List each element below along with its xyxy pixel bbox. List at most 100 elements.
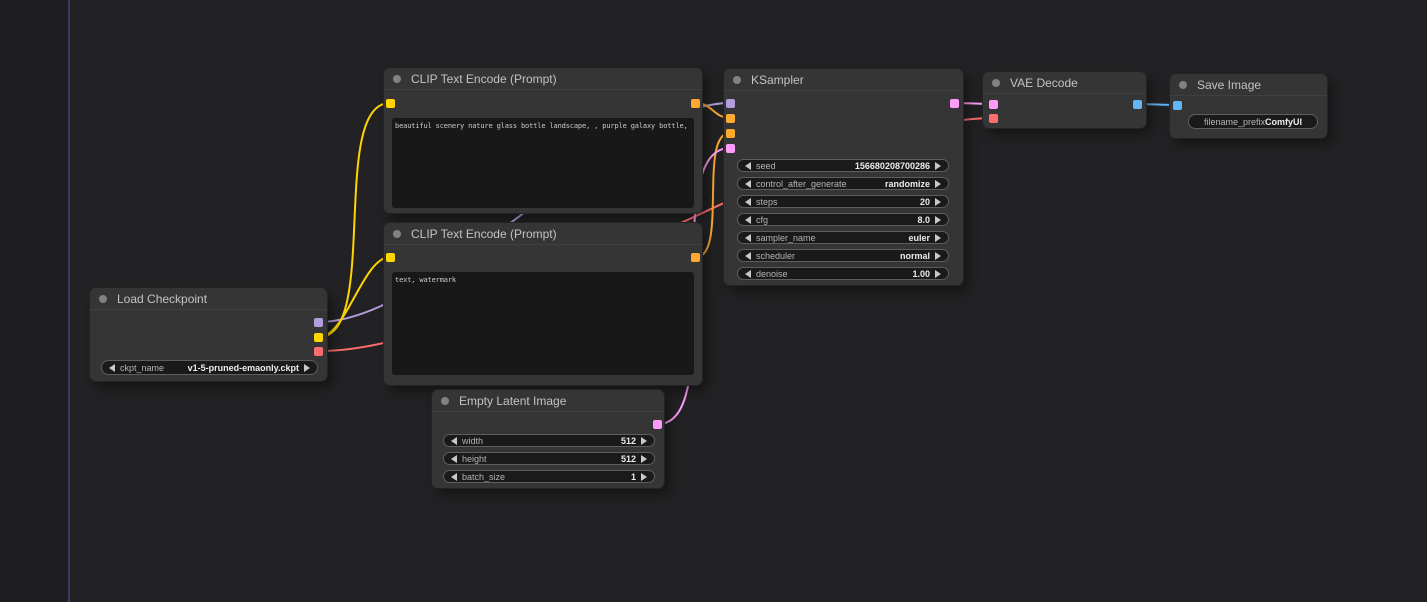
widget-label: batch_size: [462, 472, 505, 482]
prompt-textarea[interactable]: beautiful scenery nature glass bottle la…: [392, 118, 694, 208]
next-arrow-icon[interactable]: [641, 437, 647, 445]
node-clip-text-encode-positive[interactable]: CLIP Text Encode (Prompt) beautiful scen…: [384, 68, 702, 213]
widget-value: randomize: [885, 179, 930, 189]
node-header[interactable]: KSampler: [724, 69, 963, 91]
node-vae-decode[interactable]: VAE Decode: [983, 72, 1146, 128]
prompt-textarea[interactable]: text, watermark: [392, 272, 694, 375]
collapse-dot-icon[interactable]: [99, 295, 107, 303]
widget-cfg[interactable]: cfg 8.0: [737, 213, 949, 226]
node-load-checkpoint[interactable]: Load Checkpoint ckpt_name v1-5-pruned-em…: [90, 288, 327, 381]
node-title: Save Image: [1197, 78, 1261, 92]
input-port-negative[interactable]: [726, 129, 735, 138]
input-port-clip[interactable]: [386, 253, 395, 262]
input-port-samples[interactable]: [989, 100, 998, 109]
widget-label: cfg: [756, 215, 768, 225]
node-empty-latent-image[interactable]: Empty Latent Image width 512 height 512 …: [432, 390, 664, 488]
widget-value: v1-5-pruned-emaonly.ckpt: [188, 363, 299, 373]
output-port-latent[interactable]: [950, 99, 959, 108]
next-arrow-icon[interactable]: [935, 180, 941, 188]
node-title: CLIP Text Encode (Prompt): [411, 72, 557, 86]
output-port-vae[interactable]: [314, 347, 323, 356]
widget-denoise[interactable]: denoise 1.00: [737, 267, 949, 280]
collapse-dot-icon[interactable]: [393, 75, 401, 83]
widget-sampler-name[interactable]: sampler_name euler: [737, 231, 949, 244]
widget-label: width: [462, 436, 483, 446]
widget-value: euler: [908, 233, 930, 243]
widget-seed[interactable]: seed 156680208700286: [737, 159, 949, 172]
input-port-clip[interactable]: [386, 99, 395, 108]
output-port-conditioning[interactable]: [691, 253, 700, 262]
output-port-latent[interactable]: [653, 420, 662, 429]
widget-label: denoise: [756, 269, 788, 279]
prev-arrow-icon[interactable]: [745, 252, 751, 260]
node-header[interactable]: Load Checkpoint: [90, 288, 327, 310]
widget-value: 1: [631, 472, 636, 482]
node-title: CLIP Text Encode (Prompt): [411, 227, 557, 241]
node-header[interactable]: Save Image: [1170, 74, 1327, 96]
next-arrow-icon[interactable]: [935, 216, 941, 224]
widget-batch-size[interactable]: batch_size 1: [443, 470, 655, 483]
prev-arrow-icon[interactable]: [451, 473, 457, 481]
widget-value: 1.00: [912, 269, 930, 279]
node-title: VAE Decode: [1010, 76, 1078, 90]
node-header[interactable]: Empty Latent Image: [432, 390, 664, 412]
output-port-conditioning[interactable]: [691, 99, 700, 108]
output-port-model[interactable]: [314, 318, 323, 327]
collapse-dot-icon[interactable]: [441, 397, 449, 405]
node-header[interactable]: CLIP Text Encode (Prompt): [384, 68, 702, 90]
input-port-positive[interactable]: [726, 114, 735, 123]
collapse-dot-icon[interactable]: [992, 79, 1000, 87]
next-arrow-icon[interactable]: [641, 455, 647, 463]
input-port-model[interactable]: [726, 99, 735, 108]
collapse-dot-icon[interactable]: [733, 76, 741, 84]
collapse-dot-icon[interactable]: [1179, 81, 1187, 89]
widget-width[interactable]: width 512: [443, 434, 655, 447]
next-arrow-icon[interactable]: [935, 270, 941, 278]
widget-value: 512: [621, 436, 636, 446]
node-clip-text-encode-negative[interactable]: CLIP Text Encode (Prompt) text, watermar…: [384, 223, 702, 385]
next-arrow-icon[interactable]: [935, 162, 941, 170]
widget-scheduler[interactable]: scheduler normal: [737, 249, 949, 262]
prev-arrow-icon[interactable]: [745, 180, 751, 188]
widget-label: control_after_generate: [756, 179, 847, 189]
widget-steps[interactable]: steps 20: [737, 195, 949, 208]
widget-label: height: [462, 454, 487, 464]
widget-value: normal: [900, 251, 930, 261]
widget-ckpt-name[interactable]: ckpt_name v1-5-pruned-emaonly.ckpt: [101, 360, 318, 375]
widget-label: ckpt_name: [120, 363, 164, 373]
prev-arrow-icon[interactable]: [109, 364, 115, 372]
prev-arrow-icon[interactable]: [745, 270, 751, 278]
node-ksampler[interactable]: KSampler seed 156680208700286 control_af…: [724, 69, 963, 285]
link-clip-positive: [319, 103, 390, 337]
prev-arrow-icon[interactable]: [745, 216, 751, 224]
widget-filename-prefix[interactable]: filename_prefix ComfyUI: [1188, 114, 1318, 129]
output-port-image[interactable]: [1133, 100, 1142, 109]
next-arrow-icon[interactable]: [935, 234, 941, 242]
widget-value: ComfyUI: [1265, 117, 1302, 127]
node-header[interactable]: VAE Decode: [983, 72, 1146, 94]
widget-value: 20: [920, 197, 930, 207]
prev-arrow-icon[interactable]: [745, 234, 751, 242]
next-arrow-icon[interactable]: [935, 252, 941, 260]
input-port-vae[interactable]: [989, 114, 998, 123]
input-port-images[interactable]: [1173, 101, 1182, 110]
widget-value: 512: [621, 454, 636, 464]
node-save-image[interactable]: Save Image filename_prefix ComfyUI: [1170, 74, 1327, 138]
node-title: Empty Latent Image: [459, 394, 566, 408]
prev-arrow-icon[interactable]: [745, 162, 751, 170]
next-arrow-icon[interactable]: [935, 198, 941, 206]
prev-arrow-icon[interactable]: [451, 455, 457, 463]
widget-value: 156680208700286: [855, 161, 930, 171]
node-header[interactable]: CLIP Text Encode (Prompt): [384, 223, 702, 245]
output-port-clip[interactable]: [314, 333, 323, 342]
input-port-latent-image[interactable]: [726, 144, 735, 153]
widget-label: scheduler: [756, 251, 795, 261]
widget-label: seed: [756, 161, 776, 171]
widget-control-after-generate[interactable]: control_after_generate randomize: [737, 177, 949, 190]
next-arrow-icon[interactable]: [641, 473, 647, 481]
widget-height[interactable]: height 512: [443, 452, 655, 465]
collapse-dot-icon[interactable]: [393, 230, 401, 238]
prev-arrow-icon[interactable]: [745, 198, 751, 206]
next-arrow-icon[interactable]: [304, 364, 310, 372]
prev-arrow-icon[interactable]: [451, 437, 457, 445]
